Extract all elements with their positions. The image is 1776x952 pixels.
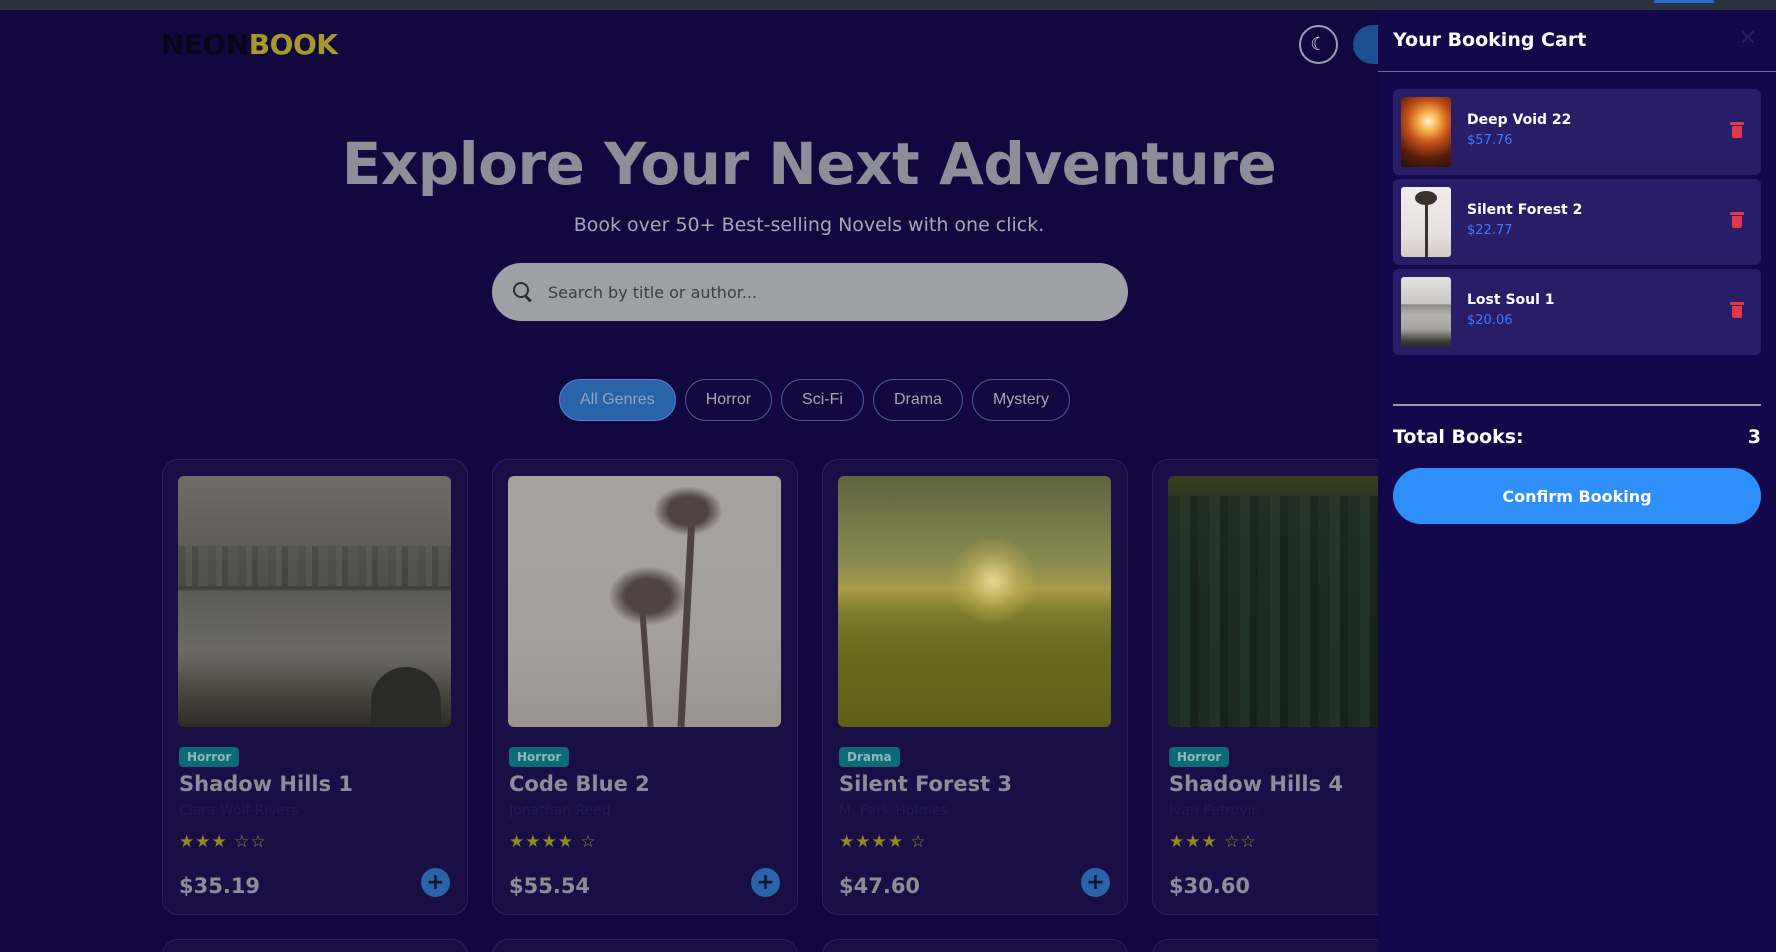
book-title: Shadow Hills 4	[1169, 772, 1344, 796]
add-to-cart-button[interactable]: +	[421, 868, 450, 897]
main-page: NEONBOOK ☾ Explore Your Next Adventure B…	[0, 10, 1378, 952]
plus-icon: +	[756, 869, 775, 895]
top-indicator	[1654, 0, 1714, 3]
book-title: Silent Forest 3	[839, 772, 1013, 796]
genre-badge: Horror	[1169, 747, 1230, 767]
brand-logo[interactable]: NEONBOOK	[161, 28, 338, 61]
cart-title: Your Booking Cart	[1393, 29, 1587, 51]
book-price: $55.54	[509, 874, 591, 898]
hero-title: Explore Your Next Adventure	[341, 130, 1277, 198]
genre-all[interactable]: All Genres	[559, 379, 676, 421]
genre-horror[interactable]: Horror	[684, 379, 773, 421]
theme-toggle-button[interactable]: ☾	[1299, 25, 1338, 64]
book-grid-row-2	[162, 939, 1378, 952]
book-price: $47.60	[839, 874, 921, 898]
cart-item-name: Lost Soul 1	[1467, 292, 1555, 308]
genre-badge: Horror	[509, 747, 570, 767]
add-to-cart-button[interactable]: +	[751, 868, 780, 897]
star-rating: ★★★★ ☆	[839, 832, 927, 852]
genre-badge: Horror	[179, 747, 240, 767]
cart-item: Lost Soul 1 $20.06	[1393, 269, 1761, 355]
book-author: Ivan Petrovic	[1169, 803, 1260, 819]
moon-icon: ☾	[1310, 34, 1327, 55]
booking-cart-panel: Your Booking Cart ✕ Deep Void 22 $57.76 …	[1378, 10, 1776, 952]
genre-badge: Drama	[839, 747, 900, 767]
trash-icon[interactable]	[1730, 302, 1744, 318]
confirm-booking-button[interactable]: Confirm Booking	[1393, 468, 1761, 524]
book-cover-image	[1168, 476, 1378, 727]
hero-subtitle: Book over 50+ Best-selling Novels with o…	[573, 214, 1045, 236]
cart-item-name: Silent Forest 2	[1467, 202, 1583, 218]
book-card[interactable]	[1152, 939, 1378, 952]
search-icon	[512, 281, 534, 303]
close-icon[interactable]: ✕	[1739, 26, 1757, 51]
brand-part-book: BOOK	[248, 28, 338, 61]
book-card[interactable]	[162, 939, 468, 952]
book-price: $30.60	[1169, 874, 1251, 898]
book-cover-image	[838, 476, 1111, 727]
book-card[interactable]: Horror Shadow Hills 4 Ivan Petrovic ★★★ …	[1152, 459, 1378, 915]
cart-header: Your Booking Cart ✕	[1378, 10, 1776, 72]
cart-item-price: $20.06	[1467, 313, 1513, 328]
genre-filters: All Genres Horror Sci-Fi Drama Mystery	[559, 379, 1070, 421]
cart-item: Silent Forest 2 $22.77	[1393, 179, 1761, 265]
genre-mystery[interactable]: Mystery	[971, 379, 1070, 421]
cart-item-price: $57.76	[1467, 133, 1513, 148]
cart-item-thumbnail	[1401, 187, 1451, 257]
book-card[interactable]: Drama Silent Forest 3 M. Park-Holmes ★★★…	[822, 459, 1128, 915]
star-rating: ★★★ ☆☆	[179, 832, 267, 852]
cart-divider	[1393, 404, 1761, 406]
book-author: Jonathan Reed	[509, 803, 611, 819]
trash-icon[interactable]	[1730, 122, 1744, 138]
book-card[interactable]: Horror Shadow Hills 1 Clara Wolf-Rivers …	[162, 459, 468, 915]
plus-icon: +	[426, 869, 445, 895]
book-author: Clara Wolf-Rivers	[179, 803, 299, 819]
cart-item-name: Deep Void 22	[1467, 112, 1572, 128]
cart-item-thumbnail	[1401, 277, 1451, 347]
genre-scifi[interactable]: Sci-Fi	[781, 379, 864, 421]
total-books-label: Total Books:	[1393, 426, 1524, 448]
cart-item-price: $22.77	[1467, 223, 1513, 238]
total-books-value: 3	[1747, 426, 1761, 448]
account-button[interactable]	[1353, 25, 1378, 64]
search-input[interactable]	[548, 282, 1088, 302]
cart-item: Deep Void 22 $57.76	[1393, 89, 1761, 175]
book-title: Shadow Hills 1	[179, 772, 354, 796]
book-author: M. Park-Holmes	[839, 803, 948, 819]
book-cover-image	[508, 476, 781, 727]
book-price: $35.19	[179, 874, 261, 898]
brand-part-neon: NEON	[161, 28, 249, 61]
star-rating: ★★★★ ☆	[509, 832, 597, 852]
search-bar[interactable]	[492, 263, 1128, 321]
trash-icon[interactable]	[1730, 212, 1744, 228]
cart-item-thumbnail	[1401, 97, 1451, 167]
plus-icon: +	[1086, 869, 1105, 895]
book-card[interactable]	[492, 939, 798, 952]
book-card[interactable]: Horror Code Blue 2 Jonathan Reed ★★★★ ☆ …	[492, 459, 798, 915]
book-grid: Horror Shadow Hills 1 Clara Wolf-Rivers …	[162, 459, 1378, 915]
add-to-cart-button[interactable]: +	[1081, 868, 1110, 897]
genre-drama[interactable]: Drama	[872, 379, 963, 421]
book-title: Code Blue 2	[509, 772, 650, 796]
book-cover-image	[178, 476, 451, 727]
star-rating: ★★★ ☆☆	[1169, 832, 1257, 852]
browser-top-strip	[0, 0, 1776, 10]
book-card[interactable]	[822, 939, 1128, 952]
